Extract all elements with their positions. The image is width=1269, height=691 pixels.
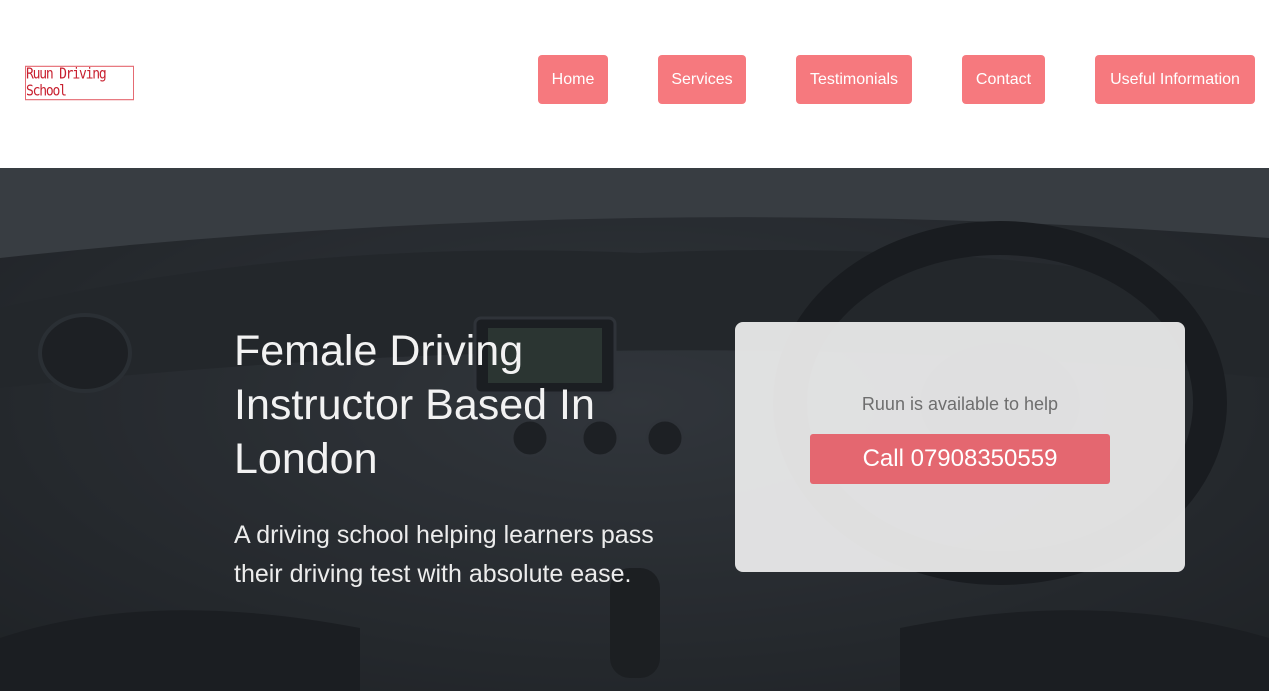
nav-contact-button[interactable]: Contact bbox=[962, 55, 1045, 104]
hero-section: Female Driving Instructor Based In Londo… bbox=[0, 168, 1269, 691]
page: Ruun Driving School Home Services Testim… bbox=[0, 0, 1269, 691]
nav-home-button[interactable]: Home bbox=[538, 55, 608, 104]
nav-services-button[interactable]: Services bbox=[658, 55, 746, 104]
nav-useful-information-button[interactable]: Useful Information bbox=[1095, 55, 1255, 104]
call-phone-button[interactable]: Call 07908350559 bbox=[810, 434, 1110, 484]
logo-text: Ruun Driving School bbox=[26, 65, 107, 101]
call-to-action-card: Ruun is available to help Call 079083505… bbox=[735, 322, 1185, 572]
hero-subtext: A driving school helping learners pass t… bbox=[234, 521, 654, 588]
cta-availability-text: Ruun is available to help bbox=[861, 394, 1059, 414]
nav-testimonials-button[interactable]: Testimonials bbox=[796, 55, 912, 104]
hero-headline: Female Driving Instructor Based In Londo… bbox=[234, 327, 595, 483]
site-logo[interactable]: Ruun Driving School bbox=[25, 65, 134, 101]
site-header: Ruun Driving School Home Services Testim… bbox=[0, 0, 1269, 168]
